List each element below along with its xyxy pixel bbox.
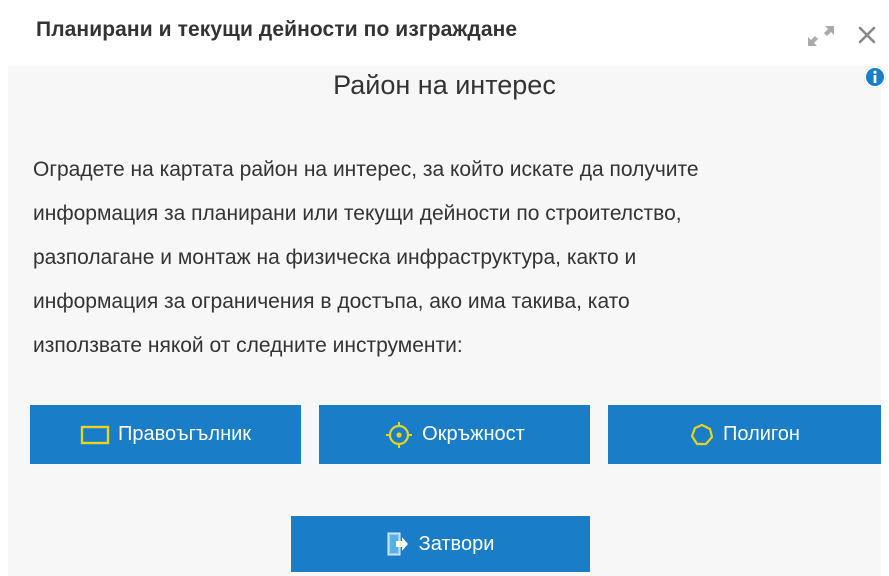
rectangle-tool-label: Правоъгълник	[117, 423, 252, 445]
rectangle-tool-button[interactable]: Правоъгълник	[30, 405, 301, 464]
close-button-label: Затвори	[418, 532, 495, 555]
description-line: Оградете на картата район на интерес, за…	[33, 158, 699, 181]
circle-tool-button[interactable]: Окръжност	[319, 405, 590, 464]
polygon-tool-label: Полигон	[723, 423, 800, 445]
dialog-title: Планирани и текущи дейности по изграждан…	[36, 18, 518, 41]
panel-description: Оградете на картата район на интерес, за…	[33, 148, 853, 368]
expand-icon[interactable]	[806, 22, 836, 50]
close-button[interactable]: Затвори	[291, 516, 590, 572]
description-line: разполагане и монтаж на физическа инфрас…	[33, 246, 637, 269]
description-line: информация за ограничения в достъпа, ако…	[33, 290, 630, 313]
polygon-icon	[689, 422, 715, 448]
rectangle-icon	[80, 425, 110, 445]
panel-heading: Район на интерес	[333, 70, 556, 100]
description-line: информация за планирани или текущи дейно…	[33, 202, 682, 225]
exit-icon	[387, 532, 409, 556]
polygon-tool-button[interactable]: Полигон	[608, 405, 881, 464]
close-icon[interactable]	[852, 20, 882, 50]
circle-tool-label: Окръжност	[422, 423, 525, 445]
dialog-titlebar: Планирани и текущи дейности по изграждан…	[0, 0, 889, 66]
circle-icon	[384, 420, 414, 450]
description-line: използвате някой от следните инструменти…	[33, 334, 463, 357]
